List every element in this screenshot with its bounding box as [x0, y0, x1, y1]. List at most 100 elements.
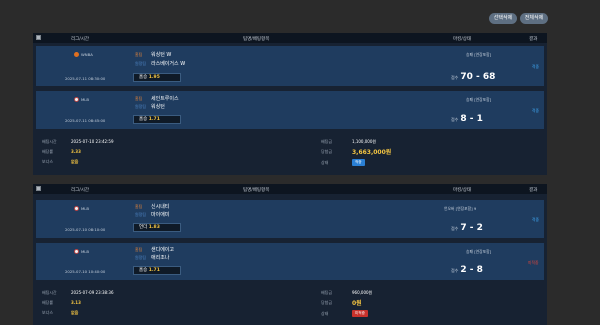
- score-label: 점수: [451, 117, 459, 122]
- away-team: 라스베이거스 W: [151, 61, 186, 67]
- away-team: 워싱턴: [151, 104, 165, 110]
- header-match: 팀명/배팅항목: [243, 188, 270, 193]
- score: 점수 2 - 8: [451, 265, 483, 275]
- baseball-icon: [74, 97, 79, 102]
- bet-time: 2025-07-10 23:42:59: [71, 139, 114, 144]
- slip-summary: 배팅시간 2025-07-09 23:38:36 배당률 3.13 보너스 없음…: [36, 287, 544, 323]
- bet-row: WNBA 2025-07-11 08:30:00 홈팀 워싱턴 W 원정팀 라스…: [36, 46, 544, 86]
- bet-time-label: 배팅시간: [42, 290, 57, 295]
- bonus: 없음: [71, 159, 79, 164]
- home-label: 홈팀: [135, 247, 143, 252]
- score-value: 70 - 68: [460, 72, 496, 82]
- state-badge: 미적중: [352, 310, 368, 317]
- pick-label: 언더: [139, 225, 148, 230]
- pick-box[interactable]: 홈승 1.71: [133, 115, 181, 124]
- bet-slip: 리그/시간 팀명/배팅항목 마킹/상태 결과 WNBA 2025-07-11 0…: [33, 33, 547, 175]
- league-name: MLB: [81, 97, 89, 102]
- match-datetime: 2025-07-11 08:30:00: [65, 76, 106, 81]
- bet-amount: 1,100,000원: [352, 139, 377, 144]
- state-badge: 적중: [352, 159, 365, 166]
- pick-label: 홈승: [139, 117, 148, 122]
- home-team: 신시내티: [151, 204, 170, 210]
- home-team: 워싱턴 W: [151, 52, 172, 58]
- bet-row: MLB 2025-07-11 08:45:00 홈팀 세인트루이스 원정팀 워싱…: [36, 91, 544, 129]
- state-label: 상태: [321, 311, 329, 316]
- select-checkbox[interactable]: [36, 186, 41, 191]
- score-value: 2 - 8: [460, 265, 483, 275]
- table-header: 리그/시간 팀명/배팅항목 마킹/상태 결과: [33, 33, 547, 43]
- baseball-icon: [74, 249, 79, 254]
- pick-odds: 1.95: [148, 75, 160, 80]
- win-amount: 3,663,000원: [352, 149, 392, 156]
- bet-type-status: 언오버 [연장포함] 9: [444, 206, 477, 211]
- bet-row: MLB 2025-07-10 08:10:00 홈팀 신시내티 원정팀 마이애미…: [36, 200, 544, 238]
- score-value: 8 - 1: [460, 114, 483, 124]
- away-label: 원정팀: [135, 212, 147, 217]
- pick-odds: 1.71: [148, 117, 160, 122]
- header-match-status: 마킹/상태: [453, 188, 472, 193]
- state-label: 상태: [321, 160, 329, 165]
- score: 점수 8 - 1: [451, 114, 483, 124]
- header-league-time: 리그/시간: [71, 37, 90, 42]
- match-datetime: 2025-07-11 08:45:00: [65, 118, 106, 123]
- pick-box[interactable]: 홈승 1.95: [133, 73, 181, 82]
- win-amount: 0원: [352, 300, 362, 307]
- away-team: 애리조나: [151, 255, 170, 261]
- result-status: 적중: [532, 64, 539, 69]
- score-label: 점수: [451, 75, 459, 80]
- result-status: 미적중: [528, 260, 539, 265]
- pick-label: 홈승: [139, 268, 148, 273]
- result-status: 적중: [532, 108, 539, 113]
- pick-odds: 1.71: [148, 268, 160, 273]
- league-name: WNBA: [81, 52, 93, 57]
- bet-type-status: 승패 [연장포함]: [466, 52, 492, 57]
- table-header: 리그/시간 팀명/배팅항목 마킹/상태 결과: [33, 184, 547, 194]
- pick-box[interactable]: 홈승 1.71: [133, 266, 181, 275]
- header-result: 결과: [529, 37, 538, 42]
- home-label: 홈팀: [135, 52, 143, 57]
- baseball-icon: [74, 206, 79, 211]
- header-match: 팀명/배팅항목: [243, 37, 270, 42]
- score-label: 점수: [451, 226, 459, 231]
- total-odds: 3.33: [71, 149, 81, 154]
- pick-label: 홈승: [139, 75, 148, 80]
- basketball-icon: [74, 52, 79, 57]
- league-name: MLB: [81, 206, 89, 211]
- bet-time: 2025-07-09 23:38:36: [71, 290, 114, 295]
- home-team: 샌디에이고: [151, 247, 175, 253]
- bet-row: MLB 2025-07-10 10:40:00 홈팀 샌디에이고 원정팀 애리조…: [36, 243, 544, 280]
- win-label: 당첨금: [321, 149, 333, 154]
- bonus-label: 보너스: [42, 310, 54, 315]
- match-datetime: 2025-07-10 10:40:00: [65, 269, 106, 274]
- win-label: 당첨금: [321, 300, 333, 305]
- bet-type-status: 승패 [연장포함]: [466, 249, 492, 254]
- amount-label: 배팅금: [321, 290, 333, 295]
- home-label: 홈팀: [135, 204, 143, 209]
- score-label: 점수: [451, 268, 459, 273]
- header-match-status: 마킹/상태: [453, 37, 472, 42]
- score-value: 7 - 2: [460, 223, 483, 233]
- select-checkbox[interactable]: [36, 35, 41, 40]
- total-odds: 3.13: [71, 300, 81, 305]
- delete-all-button[interactable]: 전체삭제: [520, 13, 548, 24]
- bet-time-label: 배팅시간: [42, 139, 57, 144]
- amount-label: 배팅금: [321, 139, 333, 144]
- away-label: 원정팀: [135, 104, 147, 109]
- home-label: 홈팀: [135, 96, 143, 101]
- pick-box[interactable]: 언더 1.83: [133, 223, 181, 232]
- score: 점수 70 - 68: [451, 72, 495, 82]
- pick-odds: 1.83: [148, 225, 160, 230]
- away-label: 원정팀: [135, 255, 147, 260]
- bet-type-status: 승패 [연장포함]: [466, 97, 492, 102]
- bet-slip: 리그/시간 팀명/배팅항목 마킹/상태 결과 MLB 2025-07-10 08…: [33, 184, 547, 325]
- odds-label: 배당률: [42, 300, 54, 305]
- select-delete-button[interactable]: 선택삭제: [489, 13, 517, 24]
- header-league-time: 리그/시간: [71, 188, 90, 193]
- away-team: 마이애미: [151, 212, 170, 218]
- match-datetime: 2025-07-10 08:10:00: [65, 227, 106, 232]
- bonus-label: 보너스: [42, 159, 54, 164]
- odds-label: 배당률: [42, 149, 54, 154]
- result-status: 적중: [532, 217, 539, 222]
- score: 점수 7 - 2: [451, 223, 483, 233]
- bonus: 없음: [71, 310, 79, 315]
